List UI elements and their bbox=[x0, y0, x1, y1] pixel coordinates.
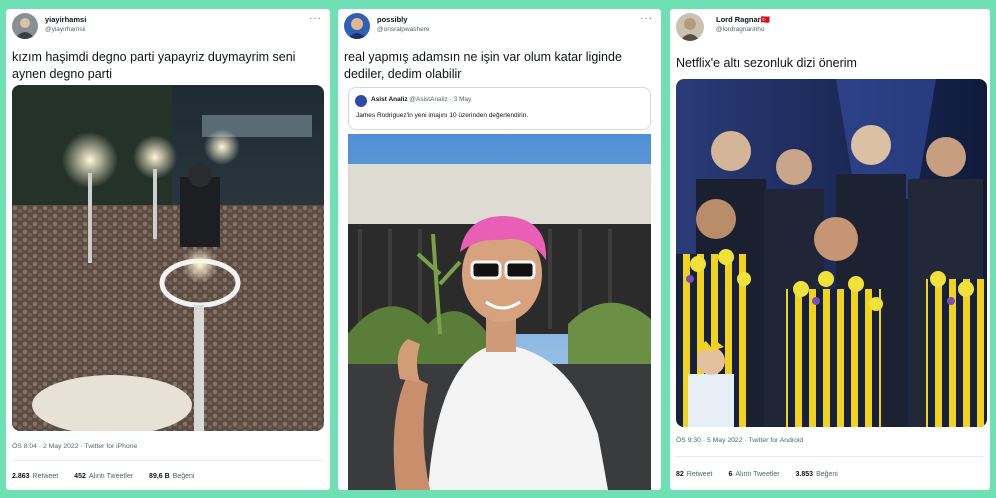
avatar[interactable] bbox=[676, 13, 704, 41]
tweet-text: Netflix'e altı sezonluk dizi önerim bbox=[676, 56, 857, 70]
tweet-card-3: Lord Ragnar🇹🇷 @lordragnarinho Netflix'e … bbox=[670, 9, 990, 490]
tweet-card-1: yiayirhamsi @yiayirhamsii ··· kızım haşi… bbox=[6, 9, 330, 490]
divider bbox=[12, 460, 324, 461]
more-options-icon[interactable]: ··· bbox=[640, 13, 653, 24]
tweet-text: kızım haşimdi degno parti yapayriz duyma… bbox=[12, 50, 296, 81]
tweet-timestamp[interactable]: ÖS 8:04 · 2 May 2022 · Twitter for iPhon… bbox=[12, 443, 137, 450]
turkey-flag-icon: 🇹🇷 bbox=[760, 15, 770, 24]
divider bbox=[676, 456, 984, 457]
quote-count[interactable]: 6 Alıntı Tweetler bbox=[728, 471, 779, 478]
tweet-photo-team[interactable] bbox=[676, 79, 987, 427]
tweet-stats: 82 Retweet 6 Alıntı Tweetler 3.853 Beğeni bbox=[676, 471, 852, 478]
quote-count[interactable]: 452 Alıntı Tweetler bbox=[74, 473, 133, 480]
like-count[interactable]: 89,6 B Beğeni bbox=[149, 473, 194, 480]
tweet-header: yiayirhamsi @yiayirhamsii ··· bbox=[12, 13, 324, 43]
display-name[interactable]: Lord Ragnar🇹🇷 bbox=[716, 15, 770, 24]
retweet-count[interactable]: 82 Retweet bbox=[676, 471, 712, 478]
tweet-header: Lord Ragnar🇹🇷 @lordragnarinho bbox=[676, 13, 984, 43]
quoted-photo-pink-hair[interactable] bbox=[348, 134, 651, 490]
tweet-header: possibly @onsralpwashere ··· bbox=[344, 13, 655, 43]
retweet-count[interactable]: 2.863 Retweet bbox=[12, 473, 58, 480]
tweet-stats: 2.863 Retweet 452 Alıntı Tweetler 89,6 B Be… bbox=[12, 473, 208, 480]
tweet-photo-concert[interactable] bbox=[12, 85, 324, 431]
user-handle[interactable]: @yiayirhamsii bbox=[45, 26, 86, 33]
quoted-tweet[interactable]: Asist Analiz @AsistAnaliz · 3 May James … bbox=[348, 87, 651, 130]
avatar[interactable] bbox=[12, 13, 38, 39]
quoted-text: James Rodriguez'in yeni imajını 10 üzeri… bbox=[356, 112, 529, 119]
like-count[interactable]: 3.853 Beğeni bbox=[796, 471, 838, 478]
user-handle[interactable]: @lordragnarinho bbox=[716, 26, 765, 33]
user-handle[interactable]: @onsralpwashere bbox=[377, 26, 430, 33]
display-name[interactable]: yiayirhamsi bbox=[45, 15, 86, 24]
quoted-author: Asist Analiz @AsistAnaliz · 3 May bbox=[371, 96, 472, 103]
quoted-avatar bbox=[355, 95, 367, 107]
avatar[interactable] bbox=[344, 13, 370, 39]
more-options-icon[interactable]: ··· bbox=[309, 13, 322, 24]
tweet-card-2: possibly @onsralpwashere ··· real yapmış… bbox=[338, 9, 661, 490]
tweet-text: real yapmış adamsın ne işin var olum kat… bbox=[344, 50, 622, 81]
display-name[interactable]: possibly bbox=[377, 15, 407, 24]
tweet-timestamp[interactable]: ÖS 9:30 · 5 May 2022 · Twitter for Andro… bbox=[676, 437, 803, 444]
